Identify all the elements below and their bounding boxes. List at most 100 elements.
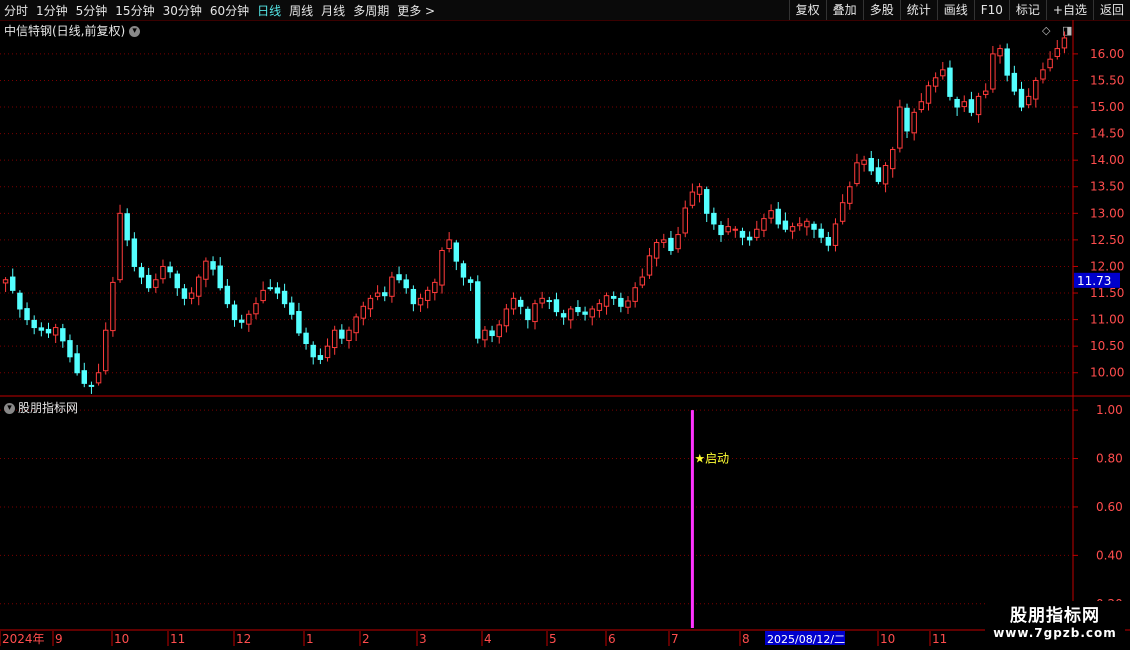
action-button-5[interactable]: F10 [973,0,1009,20]
candle-85 [610,291,617,305]
kline-chart[interactable]: 16.00 15.50 15.00 14.50 14.00 13.50 13.00 12.50… [0,0,1130,650]
price-tick-label-9: 11.50 [1090,286,1124,300]
candle-body-147 [1054,48,1060,57]
candle-51 [367,294,374,318]
candle-109 [782,212,789,233]
candle-16 [117,204,123,283]
candle-52 [374,285,381,301]
candle-46 [331,325,338,355]
candle-142 [1018,81,1025,112]
period-tab-6[interactable]: 日线 [253,2,285,19]
chart-title[interactable]: 中信特钢(日线,前复权) ▾ [4,22,141,39]
candle-body-74 [532,303,538,323]
candle-133 [954,96,960,116]
candle-116 [832,218,839,252]
candle-6 [45,322,52,338]
candle-112 [804,218,810,236]
candle-body-109 [782,220,789,230]
candle-81 [582,306,588,321]
candle-body-117 [839,202,846,222]
candle-body-108 [775,208,781,225]
action-button-1[interactable]: 叠加 [825,0,863,20]
watermark-url: www.7gpzb.com [993,626,1117,640]
candle-body-95 [682,207,688,234]
candle-body-124 [890,149,896,170]
candle-body-31 [224,285,231,305]
period-tab-5[interactable]: 60分钟 [206,2,253,19]
candle-44 [317,348,324,365]
candle-57 [410,285,417,312]
candle-14 [103,322,109,375]
action-button-3[interactable]: 统计 [899,0,937,20]
candle-23 [167,261,173,279]
date-label-12: 8 [742,632,750,646]
candle-69 [496,320,502,344]
candle-body-92 [661,239,667,243]
action-button-8[interactable]: 返回 [1092,0,1130,20]
candle-99 [711,207,717,230]
candle-138 [990,45,996,93]
candle-body-114 [818,228,824,238]
candle-body-24 [174,273,180,289]
candle-11 [81,362,87,388]
action-button-2[interactable]: 多股 [862,0,900,20]
indicator-name: 股朋指标网 [18,401,79,415]
candle-117 [839,194,846,225]
candle-83 [596,299,603,318]
candle-body-60 [432,281,438,293]
candle-body-87 [625,300,631,308]
candle-body-46 [331,329,338,349]
candle-26 [188,287,195,305]
diamond-icon[interactable]: ◇ [1042,24,1050,37]
period-tab-8[interactable]: 月线 [317,2,349,19]
action-button-4[interactable]: 画线 [936,0,974,20]
candle-37 [267,279,274,291]
period-tab-10[interactable]: 更多 > [393,2,439,19]
action-button-0[interactable]: 复权 [788,0,826,20]
period-tab-0[interactable]: 分时 [0,2,32,19]
candle-body-63 [453,242,460,262]
price-tick-label-11: 10.50 [1090,339,1124,353]
period-tab-9[interactable]: 多周期 [349,2,393,19]
price-tick-label-12: 10.00 [1090,366,1124,380]
action-button-6[interactable]: 标记 [1008,0,1046,20]
candle-body-50 [360,305,367,319]
period-tab-2[interactable]: 5分钟 [72,2,112,19]
indicator-title[interactable]: ▾ 股朋指标网 [4,399,78,416]
candle-66 [475,275,481,344]
candle-body-12 [88,384,95,387]
candle-body-116 [832,223,839,246]
date-label-0: 2024年 [2,632,45,646]
period-tab-1[interactable]: 1分钟 [32,2,72,19]
candle-129 [925,81,932,111]
action-button-7[interactable]: +自选 [1045,0,1093,20]
candle-body-72 [517,299,524,307]
candle-body-18 [131,238,138,267]
price-tick-label-5: 13.50 [1090,180,1124,194]
candle-75 [539,291,545,309]
price-tick-label-3: 14.50 [1090,127,1124,141]
date-label-8: 4 [484,632,492,646]
chevron-down-icon[interactable]: ▾ [4,403,15,414]
indicator-tick-label-0: 1.00 [1096,403,1123,417]
date-label-10: 6 [608,632,616,646]
chevron-down-icon[interactable]: ▾ [129,26,141,37]
candle-55 [396,266,402,284]
price-tick-label-2: 15.00 [1090,100,1124,114]
candle-body-56 [403,279,409,289]
candle-50 [360,301,367,326]
candle-90 [646,247,653,279]
candle-127 [911,108,917,141]
period-tab-3[interactable]: 15分钟 [111,2,158,19]
candle-132 [947,60,953,101]
candle-56 [403,274,409,294]
candle-144 [1033,77,1039,108]
period-tab-7[interactable]: 周线 [285,2,317,19]
period-tab-4[interactable]: 30分钟 [159,2,206,19]
candle-body-4 [31,319,37,329]
price-tick-label-8: 12.00 [1090,259,1124,273]
candle-1 [10,268,16,294]
candle-21 [153,273,159,293]
candle-body-62 [446,239,452,250]
panel-toggle-icon[interactable]: ◨ [1062,24,1072,37]
